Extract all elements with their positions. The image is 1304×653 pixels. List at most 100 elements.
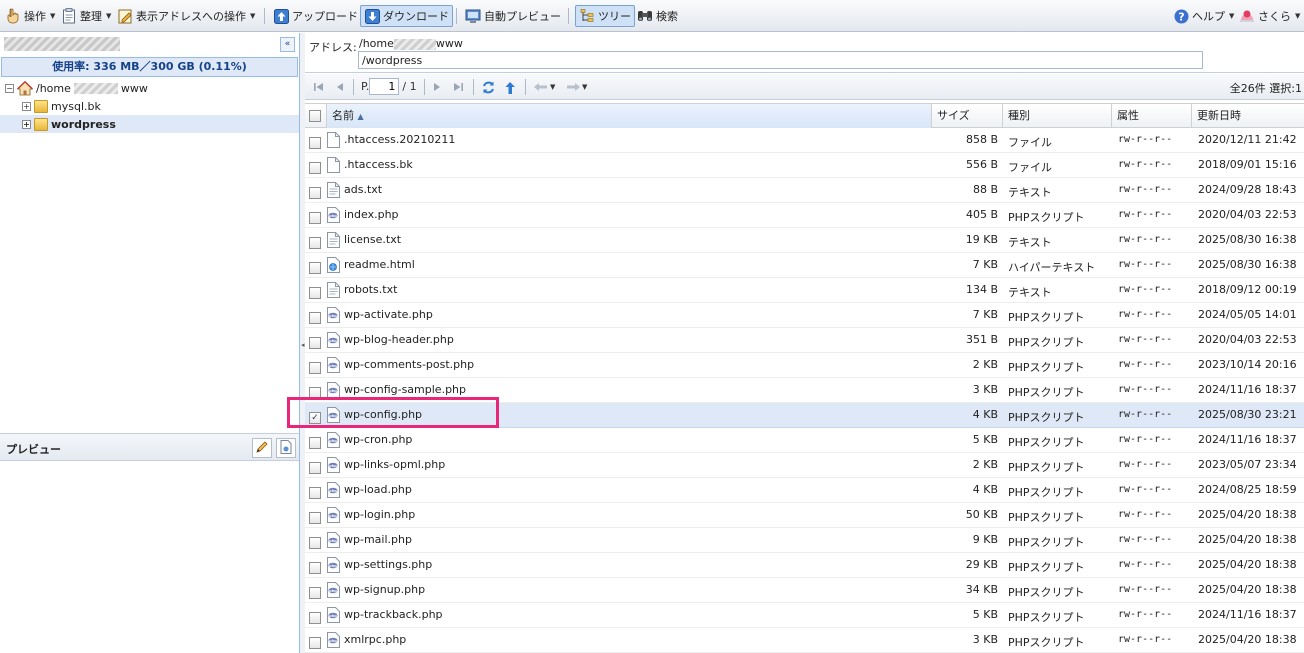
column-header-size[interactable]: サイズ bbox=[932, 104, 1003, 128]
table-row[interactable]: php wp-cron.php 5 KB PHPスクリプト rw-r--r-- 2024/… bbox=[305, 428, 1304, 453]
help-menu-button[interactable]: ? ヘルプ ▼ bbox=[1170, 5, 1237, 27]
table-row[interactable]: php wp-mail.php 9 KB PHPスクリプト rw-r--r-- 2025/… bbox=[305, 528, 1304, 553]
table-row[interactable]: php wp-login.php 50 KB PHPスクリプト rw-r--r-- 202… bbox=[305, 503, 1304, 528]
file-name-cell[interactable]: php wp-login.php bbox=[327, 503, 931, 527]
file-name-cell[interactable]: php wp-signup.php bbox=[327, 578, 931, 602]
sakura-menu-button[interactable]: さくら ▼ bbox=[1236, 5, 1303, 27]
row-checkbox[interactable] bbox=[309, 162, 321, 174]
auto-preview-toggle[interactable]: 自動プレビュー bbox=[462, 5, 564, 27]
table-row[interactable]: robots.txt 134 B テキスト rw-r--r-- 2018/09/12 0… bbox=[305, 278, 1304, 303]
file-name-cell[interactable]: license.txt bbox=[327, 228, 931, 252]
expand-toggle-icon[interactable]: + bbox=[22, 119, 31, 129]
file-name-cell[interactable]: php xmlrpc.php bbox=[327, 628, 931, 652]
table-row[interactable]: ✓ php wp-config.php 4 KB PHPスクリプト rw-r--r-- 20… bbox=[305, 403, 1304, 428]
table-row[interactable]: php wp-blog-header.php 351 B PHPスクリプト rw-r--… bbox=[305, 328, 1304, 353]
row-checkbox[interactable] bbox=[309, 212, 321, 224]
table-row[interactable]: php wp-config-sample.php 3 KB PHPスクリプト rw-r-… bbox=[305, 378, 1304, 403]
file-name-cell[interactable]: php wp-mail.php bbox=[327, 528, 931, 552]
address-operations-menu-button[interactable]: 表示アドレスへの操作 ▼ bbox=[114, 5, 258, 27]
organize-menu-button[interactable]: 整理 ▼ bbox=[58, 5, 114, 27]
row-checkbox[interactable] bbox=[309, 462, 321, 474]
column-header-attr[interactable]: 属性 bbox=[1112, 104, 1192, 128]
row-checkbox[interactable] bbox=[309, 512, 321, 524]
column-header-kind[interactable]: 種別 bbox=[1003, 104, 1112, 128]
row-checkbox[interactable]: ✓ bbox=[309, 412, 321, 424]
table-row[interactable]: php wp-signup.php 34 KB PHPスクリプト rw-r--r-- 20… bbox=[305, 578, 1304, 603]
first-page-button[interactable] bbox=[313, 79, 325, 95]
forward-button[interactable]: ▼ bbox=[565, 79, 587, 95]
row-checkbox[interactable] bbox=[309, 387, 321, 399]
table-row[interactable]: php wp-load.php 4 KB PHPスクリプト rw-r--r-- 2024/… bbox=[305, 478, 1304, 503]
table-row[interactable]: php wp-settings.php 29 KB PHPスクリプト rw-r--r--… bbox=[305, 553, 1304, 578]
file-name-cell[interactable]: php wp-config-sample.php bbox=[327, 378, 931, 402]
collapse-left-panel-button[interactable]: « bbox=[280, 37, 295, 52]
expand-toggle-icon[interactable]: + bbox=[22, 101, 31, 111]
table-row[interactable]: php wp-activate.php 7 KB PHPスクリプト rw-r--r-- 2… bbox=[305, 303, 1304, 328]
file-name-cell[interactable]: php wp-cron.php bbox=[327, 428, 931, 452]
refresh-button[interactable] bbox=[481, 79, 496, 95]
last-page-button[interactable] bbox=[452, 79, 464, 95]
row-checkbox[interactable] bbox=[309, 312, 321, 324]
table-row[interactable]: readme.html 7 KB ハイパーテキスト rw-r--r-- 2025/08/… bbox=[305, 253, 1304, 278]
row-checkbox[interactable] bbox=[309, 137, 321, 149]
row-checkbox[interactable] bbox=[309, 337, 321, 349]
tree-root[interactable]: − /home www bbox=[0, 79, 299, 97]
row-checkbox[interactable] bbox=[309, 537, 321, 549]
file-name-cell[interactable]: ads.txt bbox=[327, 178, 931, 202]
search-button[interactable]: 検索 bbox=[634, 5, 681, 27]
address-input[interactable] bbox=[358, 51, 1203, 69]
column-header-modified[interactable]: 更新日時 bbox=[1192, 104, 1304, 128]
operations-menu-button[interactable]: 操作 ▼ bbox=[2, 5, 58, 27]
page-number-input[interactable] bbox=[369, 77, 400, 95]
download-button[interactable]: ダウンロード bbox=[360, 5, 453, 27]
file-name-cell[interactable]: php wp-activate.php bbox=[327, 303, 931, 327]
file-name-cell[interactable]: php wp-comments-post.php bbox=[327, 353, 931, 377]
row-checkbox[interactable] bbox=[309, 587, 321, 599]
table-row[interactable]: php wp-trackback.php 5 KB PHPスクリプト rw-r--r--… bbox=[305, 603, 1304, 628]
upload-button[interactable]: アップロード bbox=[270, 5, 361, 27]
open-preview-button[interactable] bbox=[276, 438, 296, 458]
edit-preview-button[interactable] bbox=[252, 438, 272, 458]
file-name-cell[interactable]: php wp-config.php bbox=[327, 403, 931, 427]
row-checkbox[interactable] bbox=[309, 562, 321, 574]
file-name-cell[interactable]: php wp-links-opml.php bbox=[327, 453, 931, 477]
file-name-cell[interactable]: .htaccess.bk bbox=[327, 153, 931, 177]
select-all-checkbox[interactable] bbox=[309, 110, 321, 122]
tree-item-wordpress[interactable]: + wordpress bbox=[0, 115, 299, 133]
file-name-cell[interactable]: php wp-blog-header.php bbox=[327, 328, 931, 352]
file-name-cell[interactable]: robots.txt bbox=[327, 278, 931, 302]
next-page-button[interactable] bbox=[432, 79, 442, 95]
file-name-cell[interactable]: readme.html bbox=[327, 253, 931, 277]
row-checkbox[interactable] bbox=[309, 362, 321, 374]
tree-toggle-button[interactable]: ツリー bbox=[575, 5, 635, 27]
file-name-cell[interactable]: php index.php bbox=[327, 203, 931, 227]
row-checkbox[interactable] bbox=[309, 287, 321, 299]
table-row[interactable]: ads.txt 88 B テキスト rw-r--r-- 2024/09/28 18:43 bbox=[305, 178, 1304, 203]
file-name-cell[interactable]: php wp-load.php bbox=[327, 478, 931, 502]
row-checkbox[interactable] bbox=[309, 437, 321, 449]
file-name-cell[interactable]: .htaccess.20210211 bbox=[327, 128, 931, 152]
file-name-cell[interactable]: php wp-settings.php bbox=[327, 553, 931, 577]
row-checkbox[interactable] bbox=[309, 612, 321, 624]
table-row[interactable]: .htaccess.bk 556 B ファイル rw-r--r-- 2018/09/01… bbox=[305, 153, 1304, 178]
row-checkbox[interactable] bbox=[309, 637, 321, 649]
row-checkbox[interactable] bbox=[309, 487, 321, 499]
tree-item-mysql-bk[interactable]: + mysql.bk bbox=[0, 97, 299, 115]
previous-page-button[interactable] bbox=[335, 79, 345, 95]
file-name-cell[interactable]: php wp-trackback.php bbox=[327, 603, 931, 627]
column-header-name[interactable]: 名前 ▲ bbox=[327, 104, 932, 128]
table-row[interactable]: php xmlrpc.php 3 KB PHPスクリプト rw-r--r-- 2025/0… bbox=[305, 628, 1304, 653]
address-base-path: /home www bbox=[359, 37, 463, 50]
row-checkbox[interactable] bbox=[309, 237, 321, 249]
table-row[interactable]: php wp-comments-post.php 2 KB PHPスクリプト rw-r-… bbox=[305, 353, 1304, 378]
row-checkbox[interactable] bbox=[309, 187, 321, 199]
table-row[interactable]: license.txt 19 KB テキスト rw-r--r-- 2025/08/30 … bbox=[305, 228, 1304, 253]
table-row[interactable]: .htaccess.20210211 858 B ファイル rw-r--r-- 2020… bbox=[305, 128, 1304, 153]
table-row[interactable]: php wp-links-opml.php 2 KB PHPスクリプト rw-r--r-… bbox=[305, 453, 1304, 478]
table-row[interactable]: php index.php 405 B PHPスクリプト rw-r--r-- 2020/0… bbox=[305, 203, 1304, 228]
row-checkbox[interactable] bbox=[309, 262, 321, 274]
back-button[interactable]: ▼ bbox=[533, 79, 555, 95]
file-modified-cell: 2024/05/05 14:01 bbox=[1198, 308, 1297, 321]
parent-folder-button[interactable] bbox=[503, 79, 518, 95]
collapse-toggle-icon[interactable]: − bbox=[5, 83, 14, 93]
